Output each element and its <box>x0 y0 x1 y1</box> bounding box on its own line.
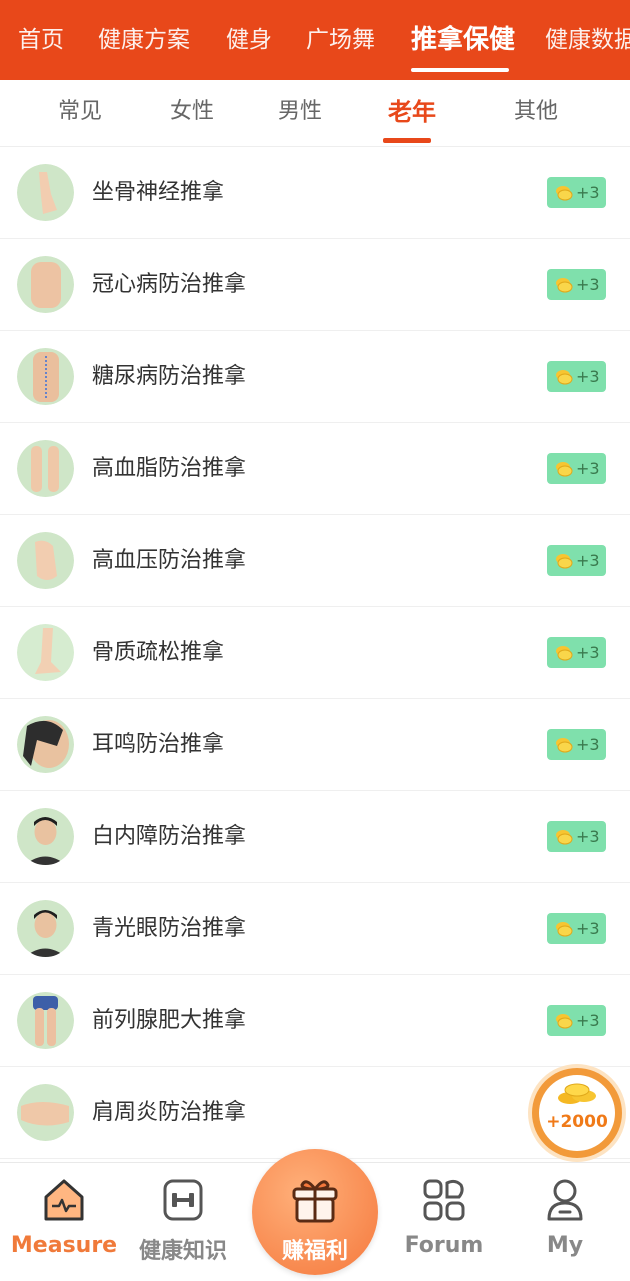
coin-icon <box>556 186 573 201</box>
item-label: 冠心病防治推拿 <box>92 272 247 297</box>
item-thumbnail <box>17 624 74 681</box>
coin-icon <box>556 830 573 845</box>
reward-amount: +3 <box>576 827 600 846</box>
dumbbell-icon <box>163 1179 203 1221</box>
item-thumbnail <box>17 900 74 957</box>
coin-icon <box>556 922 573 937</box>
coin-icon <box>556 646 573 661</box>
reward-amount: +3 <box>576 551 600 570</box>
massage-list: 坐骨神经推拿 +3 冠心病防治推拿 +3 糖尿病防治推拿 +3 高血脂防治推拿 <box>0 147 630 1159</box>
coin-icon <box>556 278 573 293</box>
category-tab-health-data[interactable]: 健康数据 <box>545 0 630 80</box>
category-bar: 首页 健康方案 健身 广场舞 推拿保健 健康数据 <box>0 0 630 80</box>
list-item[interactable]: 糖尿病防治推拿 +3 <box>0 331 630 423</box>
coin-icon <box>556 554 573 569</box>
coin-icon <box>556 1014 573 1029</box>
coins-icon <box>558 1083 596 1104</box>
reward-badge: +3 <box>547 821 606 852</box>
item-thumbnail <box>17 716 74 773</box>
item-label: 糖尿病防治推拿 <box>92 364 247 389</box>
reward-badge: +3 <box>547 637 606 668</box>
list-item[interactable]: 高血脂防治推拿 +3 <box>0 423 630 515</box>
nav-knowledge[interactable]: 健康知识 <box>123 1163 243 1281</box>
item-thumbnail <box>17 348 74 405</box>
list-item[interactable]: 高血压防治推拿 +3 <box>0 515 630 607</box>
item-label: 耳鸣防治推拿 <box>92 732 225 757</box>
bottom-nav: Measure 健康知识 赚福利 Forum My <box>0 1149 630 1281</box>
category-tab-health-plan[interactable]: 健康方案 <box>98 0 190 80</box>
nav-welfare-label: 赚福利 <box>281 1239 348 1264</box>
item-thumbnail <box>17 532 74 589</box>
item-thumbnail <box>17 992 74 1049</box>
user-profile-icon <box>547 1179 583 1221</box>
nav-forum-label: Forum <box>404 1233 484 1258</box>
reward-badge: +3 <box>547 913 606 944</box>
bonus-float-button[interactable]: +2000 <box>532 1068 622 1158</box>
reward-badge: +3 <box>547 729 606 760</box>
list-item[interactable]: 耳鸣防治推拿 +3 <box>0 699 630 791</box>
reward-amount: +3 <box>576 919 600 938</box>
coin-icon <box>556 370 573 385</box>
reward-badge: +3 <box>547 1005 606 1036</box>
nav-measure-label: Measure <box>10 1233 118 1258</box>
reward-amount: +3 <box>576 367 600 386</box>
nav-forum[interactable]: Forum <box>384 1163 504 1281</box>
bonus-label: +2000 <box>546 1112 608 1132</box>
sub-tab-bar: 常见 女性 男性 老年 其他 <box>0 80 630 147</box>
reward-amount: +3 <box>576 183 600 202</box>
nav-welfare-button[interactable]: 赚福利 <box>252 1149 378 1275</box>
category-tab-square-dance[interactable]: 广场舞 <box>306 0 375 80</box>
nav-knowledge-label: 健康知识 <box>138 1239 227 1264</box>
list-item[interactable]: 坐骨神经推拿 +3 <box>0 147 630 239</box>
list-item[interactable]: 青光眼防治推拿 +3 <box>0 883 630 975</box>
reward-amount: +3 <box>576 275 600 294</box>
category-active-indicator <box>411 68 509 72</box>
reward-badge: +3 <box>547 361 606 392</box>
nav-measure[interactable]: Measure <box>4 1163 124 1281</box>
item-label: 高血脂防治推拿 <box>92 456 247 481</box>
list-item[interactable]: 白内障防治推拿 +3 <box>0 791 630 883</box>
apps-grid-icon <box>423 1179 465 1221</box>
reward-amount: +3 <box>576 459 600 478</box>
reward-badge: +3 <box>547 269 606 300</box>
category-tab-home[interactable]: 首页 <box>18 0 64 80</box>
subtab-elderly[interactable]: 老年 <box>388 80 436 146</box>
list-item[interactable]: 前列腺肥大推拿 +3 <box>0 975 630 1067</box>
list-item[interactable]: 冠心病防治推拿 +3 <box>0 239 630 331</box>
item-label: 白内障防治推拿 <box>92 824 247 849</box>
item-label: 肩周炎防治推拿 <box>92 1100 247 1125</box>
item-label: 坐骨神经推拿 <box>92 180 225 205</box>
list-item[interactable]: 骨质疏松推拿 +3 <box>0 607 630 699</box>
item-thumbnail <box>17 164 74 221</box>
nav-my-label: My <box>546 1233 584 1258</box>
coin-icon <box>556 738 573 753</box>
reward-amount: +3 <box>576 1011 600 1030</box>
subtab-common[interactable]: 常见 <box>58 80 102 146</box>
item-thumbnail <box>17 440 74 497</box>
item-thumbnail <box>17 256 74 313</box>
category-tab-fitness[interactable]: 健身 <box>226 0 272 80</box>
coin-icon <box>556 462 573 477</box>
reward-badge: +3 <box>547 545 606 576</box>
home-heartbeat-icon <box>44 1179 84 1221</box>
item-thumbnail <box>17 808 74 865</box>
subtab-female[interactable]: 女性 <box>170 80 214 146</box>
reward-amount: +3 <box>576 735 600 754</box>
item-thumbnail <box>17 1084 74 1141</box>
item-label: 高血压防治推拿 <box>92 548 247 573</box>
item-label: 青光眼防治推拿 <box>92 916 247 941</box>
gift-icon <box>292 1180 338 1223</box>
subtab-other[interactable]: 其他 <box>514 80 558 146</box>
reward-badge: +3 <box>547 453 606 484</box>
item-label: 骨质疏松推拿 <box>92 640 225 665</box>
reward-amount: +3 <box>576 643 600 662</box>
reward-badge: +3 <box>547 177 606 208</box>
subtab-male[interactable]: 男性 <box>278 80 322 146</box>
item-label: 前列腺肥大推拿 <box>92 1008 247 1033</box>
nav-my[interactable]: My <box>505 1163 625 1281</box>
subtab-active-indicator <box>383 138 431 143</box>
